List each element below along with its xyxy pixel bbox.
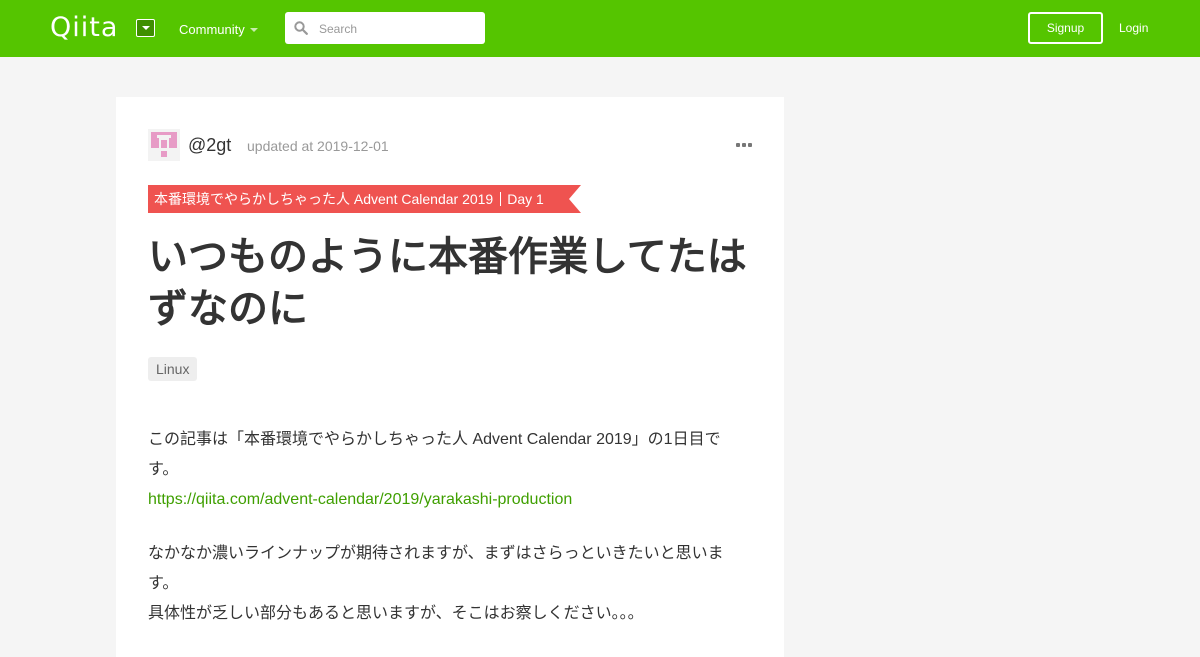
- global-header: Qiita Community Signup Login: [0, 0, 1200, 57]
- logo-menu-toggle[interactable]: [136, 19, 155, 37]
- paragraph-lineup-line2: 具体性が乏しい部分もあると思いますが、そこはお察しください。。。: [148, 605, 644, 622]
- ribbon-separator: [500, 192, 502, 206]
- author-avatar[interactable]: [148, 129, 180, 161]
- ribbon-label: 本番環境でやらかしちゃった人 Advent Calendar 2019 Day 1: [154, 191, 544, 207]
- avatar-identicon: [148, 129, 180, 161]
- paragraph-lineup-line1: なかなか濃いラインナップが期待されますが、まずはさらっといきたいと思います。: [148, 545, 724, 592]
- community-caret-icon: [250, 28, 258, 32]
- caret-down-icon: [142, 26, 150, 30]
- tag-linux[interactable]: Linux: [148, 357, 198, 381]
- login-link[interactable]: Login: [1119, 20, 1148, 36]
- advent-calendar-link[interactable]: https://qiita.com/advent-calendar/2019/y…: [148, 491, 572, 508]
- search-icon: [294, 21, 308, 35]
- article-body: この記事は「本番環境でやらかしちゃった人 Advent Calendar 201…: [148, 425, 738, 653]
- paragraph-lineup: なかなか濃いラインナップが期待されますが、まずはさらっといきたいと思います。 具…: [148, 539, 738, 629]
- article-title: いつものように本番作業してたはずなのに: [148, 235, 747, 331]
- calendar-day: Day 1: [507, 191, 544, 207]
- paragraph-intro: この記事は「本番環境でやらかしちゃった人 Advent Calendar 201…: [148, 425, 738, 515]
- updated-date: updated at 2019-12-01: [247, 138, 389, 154]
- calendar-name: 本番環境でやらかしちゃった人 Advent Calendar 2019: [154, 191, 494, 207]
- search-input[interactable]: [317, 18, 481, 40]
- qiita-logo[interactable]: Qiita: [50, 12, 118, 44]
- more-options-icon[interactable]: [736, 143, 752, 149]
- author-username[interactable]: @2gt: [188, 135, 231, 155]
- search-box: [285, 12, 485, 44]
- community-menu[interactable]: Community: [179, 22, 245, 38]
- signup-button[interactable]: Signup: [1028, 12, 1103, 44]
- advent-calendar-banner[interactable]: 本番環境でやらかしちゃった人 Advent Calendar 2019 Day 1: [148, 185, 581, 213]
- article-card: @2gt updated at 2019-12-01 本番環境でやらかしちゃった…: [116, 97, 784, 657]
- paragraph-intro-text: この記事は「本番環境でやらかしちゃった人 Advent Calendar 201…: [148, 431, 721, 478]
